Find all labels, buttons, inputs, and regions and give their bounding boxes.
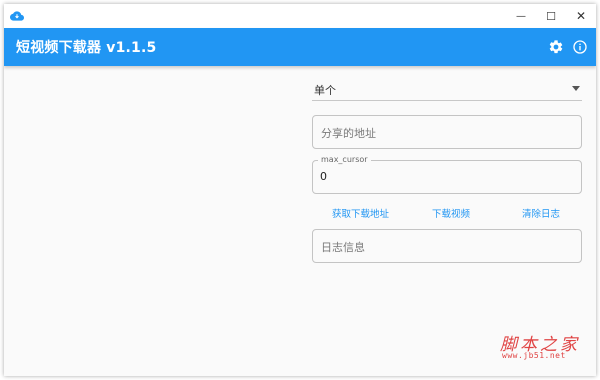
info-icon <box>573 40 587 54</box>
gear-icon <box>549 40 563 54</box>
cloud-download-icon <box>10 11 24 21</box>
log-placeholder: 日志信息 <box>321 241 365 254</box>
maximize-icon: ☐ <box>546 9 556 23</box>
max-cursor-input[interactable]: max_cursor 0 <box>312 155 582 194</box>
close-icon: ✕ <box>575 9 587 23</box>
max-cursor-label: max_cursor <box>318 155 371 164</box>
system-title-bar[interactable]: — ☐ ✕ <box>4 4 596 28</box>
settings-button[interactable] <box>546 37 566 57</box>
app-bar: 短视频下载器 v1.1.5 <box>4 28 596 66</box>
maximize-button[interactable]: ☐ <box>536 4 566 28</box>
clear-log-button[interactable]: 清除日志 <box>518 204 564 222</box>
minimize-icon: — <box>516 10 526 22</box>
app-window: — ☐ ✕ 短视频下载器 v1.1.5 单个 分享的地址 max_cursor … <box>4 4 596 376</box>
max-cursor-value: 0 <box>320 170 327 183</box>
dropdown-arrow-icon <box>572 86 580 91</box>
watermark-url: www.jb51.net <box>502 351 566 360</box>
info-button[interactable] <box>570 37 590 57</box>
share-url-input[interactable]: 分享的地址 <box>312 115 582 149</box>
minimize-button[interactable]: — <box>506 4 536 28</box>
get-download-url-button[interactable]: 获取下载地址 <box>328 204 393 222</box>
mode-select-value: 单个 <box>314 84 336 97</box>
log-textarea[interactable]: 日志信息 <box>312 229 582 263</box>
close-button[interactable]: ✕ <box>566 4 596 28</box>
download-video-button[interactable]: 下载视频 <box>428 204 474 222</box>
share-url-placeholder: 分享的地址 <box>321 127 376 140</box>
mode-select[interactable]: 单个 <box>312 78 582 101</box>
app-title: 短视频下载器 v1.1.5 <box>16 40 157 56</box>
